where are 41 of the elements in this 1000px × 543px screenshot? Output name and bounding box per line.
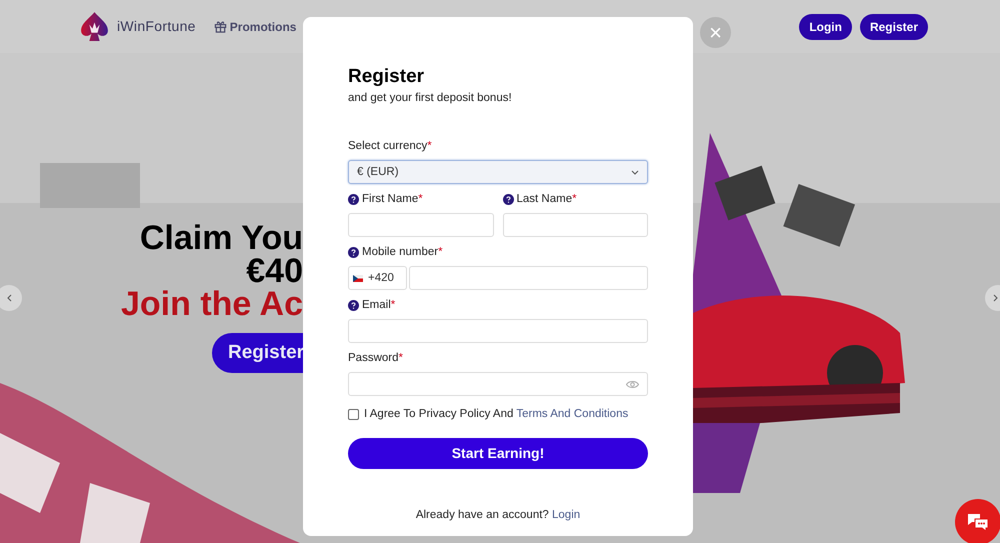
modal-title: Register bbox=[348, 65, 426, 89]
modal-subtitle: and get your first deposit bonus! bbox=[348, 91, 513, 106]
header-button[interactable]: Login bbox=[799, 14, 852, 40]
hero-headline: €40 bbox=[246, 255, 303, 288]
chevron-down-icon bbox=[631, 170, 639, 175]
field-label: Email* bbox=[362, 298, 396, 313]
agree-checkbox[interactable] bbox=[348, 409, 359, 420]
chevron-right-icon bbox=[993, 294, 998, 302]
currency-select[interactable]: € (EUR) bbox=[348, 160, 648, 184]
login-link[interactable]: Login bbox=[552, 508, 580, 521]
start-earning-button[interactable]: Start Earning! bbox=[348, 438, 648, 468]
password-field[interactable] bbox=[348, 372, 648, 396]
header-button[interactable]: Register bbox=[860, 14, 928, 40]
field-label: Password* bbox=[348, 350, 403, 366]
login-prompt: Already have an account? Login bbox=[414, 508, 582, 523]
field-label: Select currency* bbox=[348, 138, 432, 154]
logo-icon[interactable] bbox=[78, 10, 111, 43]
text-field[interactable] bbox=[348, 213, 494, 238]
country-code-select[interactable]: +420 bbox=[348, 266, 407, 290]
hero-headline: Claim You bbox=[140, 222, 303, 255]
field-label: Last Name* bbox=[516, 192, 577, 207]
gift-icon bbox=[214, 20, 227, 33]
hero-headline: Join the Ac bbox=[121, 288, 303, 321]
phone-field[interactable] bbox=[409, 266, 648, 290]
field-label: First Name* bbox=[362, 192, 423, 207]
terms-link[interactable]: Terms And Conditions bbox=[516, 408, 628, 420]
chevron-left-icon bbox=[6, 294, 12, 302]
logo-text[interactable]: iWinFortune bbox=[117, 16, 196, 37]
eye-icon[interactable] bbox=[626, 380, 639, 389]
help-icon[interactable] bbox=[348, 194, 359, 205]
chat-icon bbox=[967, 512, 989, 532]
hero-register-button[interactable]: Register bbox=[212, 333, 303, 373]
agree-text: I Agree To Privacy Policy And Terms And Conditions bbox=[364, 407, 628, 422]
nav-link[interactable]: Promotions bbox=[214, 18, 296, 36]
email-field[interactable] bbox=[348, 319, 648, 344]
text-field[interactable] bbox=[502, 213, 648, 238]
help-icon[interactable] bbox=[502, 194, 514, 205]
czech-flag-icon bbox=[353, 274, 363, 282]
help-icon[interactable] bbox=[348, 246, 359, 258]
field-label: Mobile number* bbox=[362, 244, 443, 260]
help-icon[interactable] bbox=[348, 300, 359, 311]
